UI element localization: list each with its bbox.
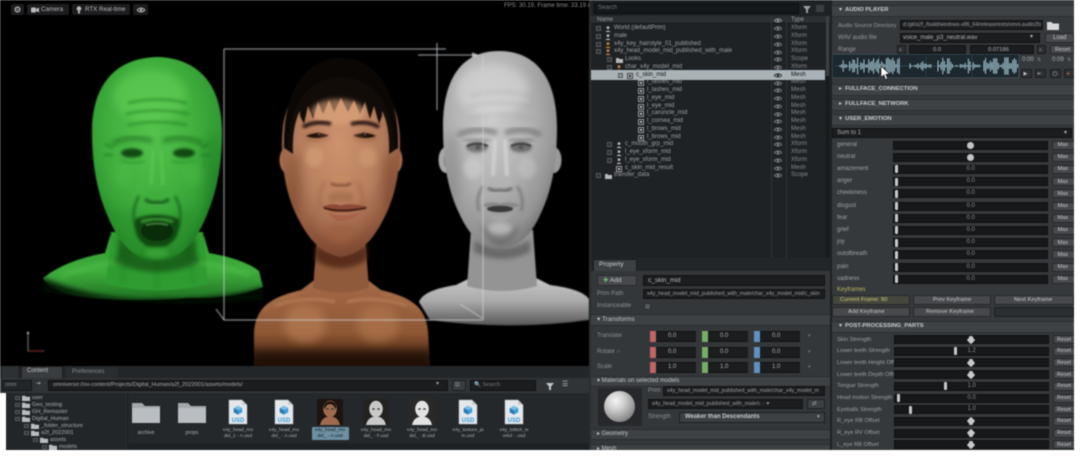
svg-text:USD: USD	[508, 418, 521, 424]
svg-text:USD: USD	[278, 418, 291, 424]
svg-text:USD: USD	[232, 418, 245, 424]
svg-text:USD: USD	[462, 418, 475, 424]
